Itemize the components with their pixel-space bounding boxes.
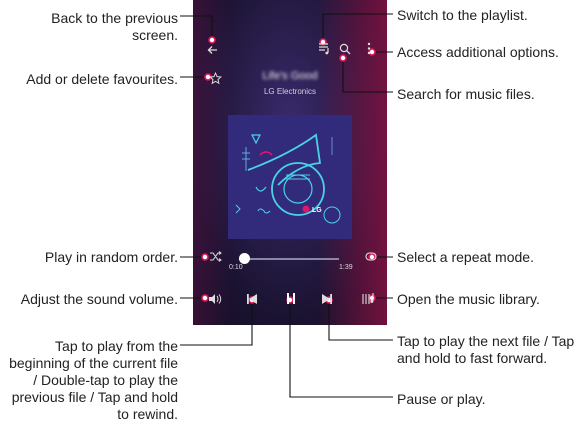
seek-bar-handle[interactable] [239, 253, 250, 264]
playlist-icon[interactable] [318, 42, 331, 57]
next-icon[interactable] [321, 293, 333, 307]
library-icon[interactable] [361, 292, 375, 307]
more-options-icon[interactable] [367, 42, 371, 57]
callout-dot-shuffle [201, 253, 209, 261]
back-arrow-icon[interactable] [207, 44, 219, 58]
pause-icon[interactable] [286, 292, 296, 307]
callout-dot-back [208, 36, 216, 44]
search-icon[interactable] [339, 43, 351, 57]
shuffle-icon[interactable] [209, 251, 222, 264]
seek-bar[interactable] [239, 258, 339, 260]
repeat-icon[interactable] [365, 251, 378, 264]
current-time: 0:10 [229, 264, 243, 271]
lg-logo: LG [312, 207, 322, 214]
album-art-illustration: LG [228, 115, 352, 239]
album-art: LG [228, 115, 352, 239]
total-time: 1:39 [339, 264, 353, 271]
song-title: Life's Good [262, 70, 318, 82]
volume-icon[interactable] [208, 293, 222, 307]
artist-name: LG Electronics [263, 87, 317, 96]
previous-icon[interactable] [246, 293, 258, 307]
